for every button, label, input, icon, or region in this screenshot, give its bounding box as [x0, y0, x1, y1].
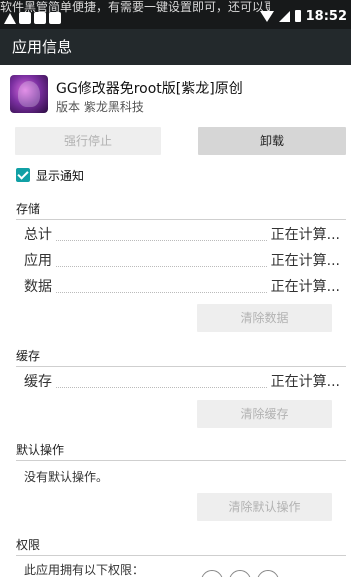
cache-value: 正在计算... [270, 374, 340, 390]
permission-icon [257, 570, 279, 577]
page-title: 应用信息 [12, 38, 73, 56]
notification-icon [34, 12, 46, 24]
storage-data-label: 数据 [24, 279, 52, 295]
wifi-icon [259, 10, 274, 22]
storage-app-label: 应用 [24, 253, 52, 269]
notification-icon [19, 12, 31, 24]
status-bar: 软件黑管简单便捷，有需要一键设置即可，还可以更好的控 18:52 [0, 0, 351, 29]
permission-icon [201, 570, 223, 577]
warning-icon [4, 12, 16, 24]
storage-row-total: 总计 正在计算... [24, 223, 340, 245]
cache-label: 缓存 [24, 374, 52, 390]
no-defaults-text: 没有默认操作。 [24, 470, 109, 484]
dotted-leader [56, 292, 267, 293]
storage-data-value: 正在计算... [270, 279, 340, 295]
dotted-leader [56, 240, 267, 241]
permissions-text: 此应用拥有以下权限： [24, 563, 145, 577]
show-notifications-checkbox[interactable] [16, 168, 30, 182]
section-divider [16, 219, 346, 220]
action-bar: 应用信息 [0, 29, 351, 65]
uninstall-button[interactable]: 卸载 [198, 127, 346, 155]
app-version: 版本 紫龙黑科技 [56, 100, 144, 114]
clear-defaults-button[interactable]: 清除默认操作 [197, 493, 332, 521]
permission-icon [229, 570, 251, 577]
dotted-leader [56, 266, 267, 267]
status-time: 18:52 [305, 8, 347, 24]
app-icon [10, 75, 48, 113]
clear-cache-button[interactable]: 清除缓存 [197, 400, 332, 428]
app-name: GG修改器免root版[紫龙]原创 [56, 81, 243, 97]
force-stop-button[interactable]: 强行停止 [15, 127, 161, 155]
storage-row-app: 应用 正在计算... [24, 249, 340, 271]
storage-app-value: 正在计算... [270, 253, 340, 269]
storage-total-label: 总计 [24, 227, 52, 243]
section-divider [16, 366, 346, 367]
dotted-leader [56, 387, 267, 388]
storage-row-data: 数据 正在计算... [24, 275, 340, 297]
show-notifications-label: 显示通知 [36, 168, 85, 183]
app-header: GG修改器免root版[紫龙]原创 版本 紫龙黑科技 [0, 72, 351, 116]
section-divider [16, 555, 346, 556]
clear-data-button[interactable]: 清除数据 [197, 304, 332, 332]
permissions-section-title: 权限 [16, 538, 41, 552]
cache-section-title: 缓存 [16, 349, 41, 363]
signal-icon [278, 10, 290, 22]
storage-section-title: 存储 [16, 202, 41, 216]
battery-icon [294, 10, 301, 22]
permission-icons [195, 570, 285, 577]
section-divider [16, 460, 346, 461]
status-left-icons [4, 11, 61, 25]
notification-icon [49, 12, 61, 24]
show-notifications-row[interactable]: 显示通知 [16, 166, 84, 184]
cache-row: 缓存 正在计算... [24, 370, 340, 392]
storage-total-value: 正在计算... [270, 227, 340, 243]
defaults-section-title: 默认操作 [16, 443, 65, 457]
status-right-icons: 18:52 [259, 8, 347, 24]
